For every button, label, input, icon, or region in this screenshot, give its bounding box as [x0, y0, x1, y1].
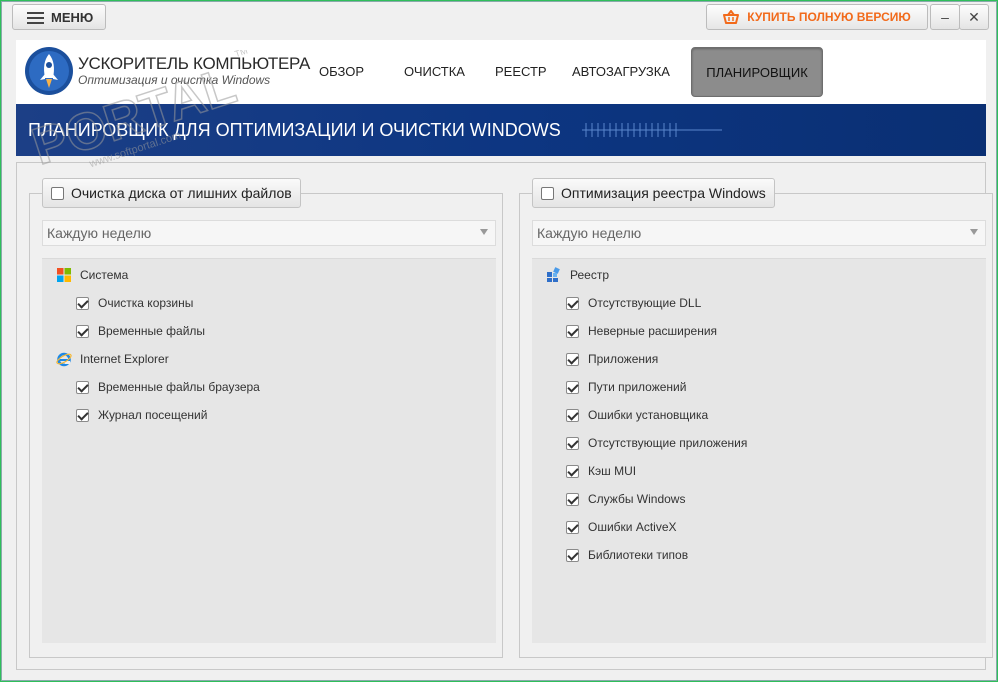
item-label: Приложения — [588, 352, 659, 366]
item-label: Временные файлы — [98, 324, 206, 338]
list-item[interactable]: Журнал посещений — [76, 408, 207, 422]
category-label: Система — [80, 268, 129, 282]
list-category: Система — [56, 267, 128, 283]
item-label: Пути приложений — [588, 380, 687, 394]
menu-label: МЕНЮ — [51, 9, 94, 25]
item-label: Библиотеки типов — [588, 548, 689, 562]
item-checkbox[interactable] — [566, 464, 579, 478]
chevron-down-icon — [970, 229, 978, 235]
disk-cleanup-label: Очистка диска от лишних файлов — [71, 185, 292, 201]
minimize-button[interactable]: – — [930, 4, 960, 30]
registry-icon — [547, 267, 560, 282]
scheduler-content: Очистка диска от лишних файлов Каждую не… — [16, 162, 993, 670]
banner-title: ПЛАНИРОВЩИК ДЛЯ ОПТИМИЗАЦИИ И ОЧИСТКИ WI… — [28, 120, 561, 140]
item-checkbox[interactable] — [566, 548, 579, 562]
item-label: Неверные расширения — [588, 324, 718, 338]
close-icon: ✕ — [968, 8, 980, 25]
windows-icon — [57, 268, 71, 282]
list-item[interactable]: Кэш MUI — [566, 464, 636, 478]
registry-schedule-value: Каждую неделю — [537, 225, 642, 241]
tab-registry[interactable]: РЕЕСТР — [495, 64, 547, 79]
disk-cleanup-checkbox[interactable] — [51, 186, 64, 200]
registry-optimization-label: Оптимизация реестра Windows — [561, 185, 766, 201]
waveform-decoration-icon — [582, 123, 722, 137]
title-bar: МЕНЮ КУПИТЬ ПОЛНУЮ ВЕРСИЮ – ✕ — [2, 2, 996, 32]
category-label: Internet Explorer — [80, 352, 169, 366]
list-item[interactable]: Временные файлы — [76, 324, 205, 338]
item-checkbox[interactable] — [566, 324, 579, 338]
item-checkbox[interactable] — [566, 380, 579, 394]
list-item[interactable]: Отсутствующие приложения — [566, 436, 747, 450]
disk-cleanup-schedule-value: Каждую неделю — [47, 225, 152, 241]
brand-subtitle: Оптимизация и очистка Windows — [78, 73, 271, 87]
item-label: Ошибки ActiveX — [588, 520, 677, 534]
item-label: Очистка корзины — [98, 296, 194, 310]
buy-full-version-button[interactable]: КУПИТЬ ПОЛНУЮ ВЕРСИЮ — [706, 4, 928, 30]
item-checkbox[interactable] — [566, 492, 579, 506]
list-item[interactable]: Библиотеки типов — [566, 548, 688, 562]
list-item[interactable]: Неверные расширения — [566, 324, 717, 338]
list-category: Internet Explorer — [56, 351, 169, 367]
list-item[interactable]: Отсутствующие DLL — [566, 296, 701, 310]
list-item[interactable]: Пути приложений — [566, 380, 686, 394]
tab-cleanup[interactable]: ОЧИСТКА — [404, 64, 465, 79]
item-label: Отсутствующие приложения — [588, 436, 748, 450]
tab-overview[interactable]: ОБЗОР — [319, 64, 364, 79]
registry-list: Реестр Отсутствующие DLL Неверные расшир… — [532, 258, 986, 643]
internet-explorer-icon — [56, 352, 72, 367]
disk-cleanup-list: Система Очистка корзины Временные файлы — [42, 258, 496, 643]
disk-cleanup-toggle[interactable]: Очистка диска от лишних файлов — [42, 178, 301, 208]
item-label: Временные файлы браузера — [98, 380, 260, 394]
item-checkbox[interactable] — [566, 296, 579, 310]
registry-optimization-group: Оптимизация реестра Windows Каждую недел… — [519, 178, 993, 658]
buy-label: КУПИТЬ ПОЛНУЮ ВЕРСИЮ — [747, 10, 911, 24]
item-checkbox[interactable] — [76, 296, 89, 310]
section-banner: ПЛАНИРОВЩИК ДЛЯ ОПТИМИЗАЦИИ И ОЧИСТКИ WI… — [16, 104, 986, 156]
registry-schedule-select[interactable]: Каждую неделю — [532, 220, 986, 246]
close-button[interactable]: ✕ — [959, 4, 989, 30]
list-item[interactable]: Службы Windows — [566, 492, 685, 506]
brand-title: УСКОРИТЕЛЬ КОМПЬЮТЕРА — [78, 54, 310, 73]
list-item[interactable]: Временные файлы браузера — [76, 380, 260, 394]
basket-icon — [723, 10, 740, 24]
item-checkbox[interactable] — [566, 520, 579, 534]
item-checkbox[interactable] — [76, 408, 89, 422]
list-item[interactable]: Ошибки установщика — [566, 408, 708, 422]
registry-optimization-toggle[interactable]: Оптимизация реестра Windows — [532, 178, 775, 208]
item-checkbox[interactable] — [76, 380, 89, 394]
tab-scheduler[interactable]: ПЛАНИРОВЩИК — [691, 47, 823, 97]
item-label: Кэш MUI — [588, 464, 637, 478]
item-label: Отсутствующие DLL — [588, 296, 702, 310]
hamburger-icon — [27, 11, 44, 24]
list-item[interactable]: Приложения — [566, 352, 658, 366]
list-item[interactable]: Очистка корзины — [76, 296, 193, 310]
item-label: Журнал посещений — [98, 408, 208, 422]
app-window: МЕНЮ КУПИТЬ ПОЛНУЮ ВЕРСИЮ – ✕ УСКОРИТЕЛЬ… — [1, 1, 997, 681]
item-label: Службы Windows — [588, 492, 686, 506]
item-label: Ошибки установщика — [588, 408, 709, 422]
item-checkbox[interactable] — [566, 436, 579, 450]
minimize-icon: – — [941, 9, 949, 25]
app-header: УСКОРИТЕЛЬ КОМПЬЮТЕРА Оптимизация и очис… — [16, 40, 986, 104]
category-label: Реестр — [570, 268, 609, 282]
item-checkbox[interactable] — [76, 324, 89, 338]
list-category: Реестр — [546, 267, 609, 283]
tab-startup[interactable]: АВТОЗАГРУЗКА — [572, 64, 670, 79]
chevron-down-icon — [480, 229, 488, 235]
disk-cleanup-group: Очистка диска от лишних файлов Каждую не… — [29, 178, 503, 658]
menu-button[interactable]: МЕНЮ — [12, 4, 106, 30]
item-checkbox[interactable] — [566, 352, 579, 366]
disk-cleanup-schedule-select[interactable]: Каждую неделю — [42, 220, 496, 246]
registry-optimization-checkbox[interactable] — [541, 186, 554, 200]
tab-scheduler-label: ПЛАНИРОВЩИК — [706, 64, 808, 80]
list-item[interactable]: Ошибки ActiveX — [566, 520, 677, 534]
item-checkbox[interactable] — [566, 408, 579, 422]
rocket-logo-icon — [25, 47, 73, 95]
